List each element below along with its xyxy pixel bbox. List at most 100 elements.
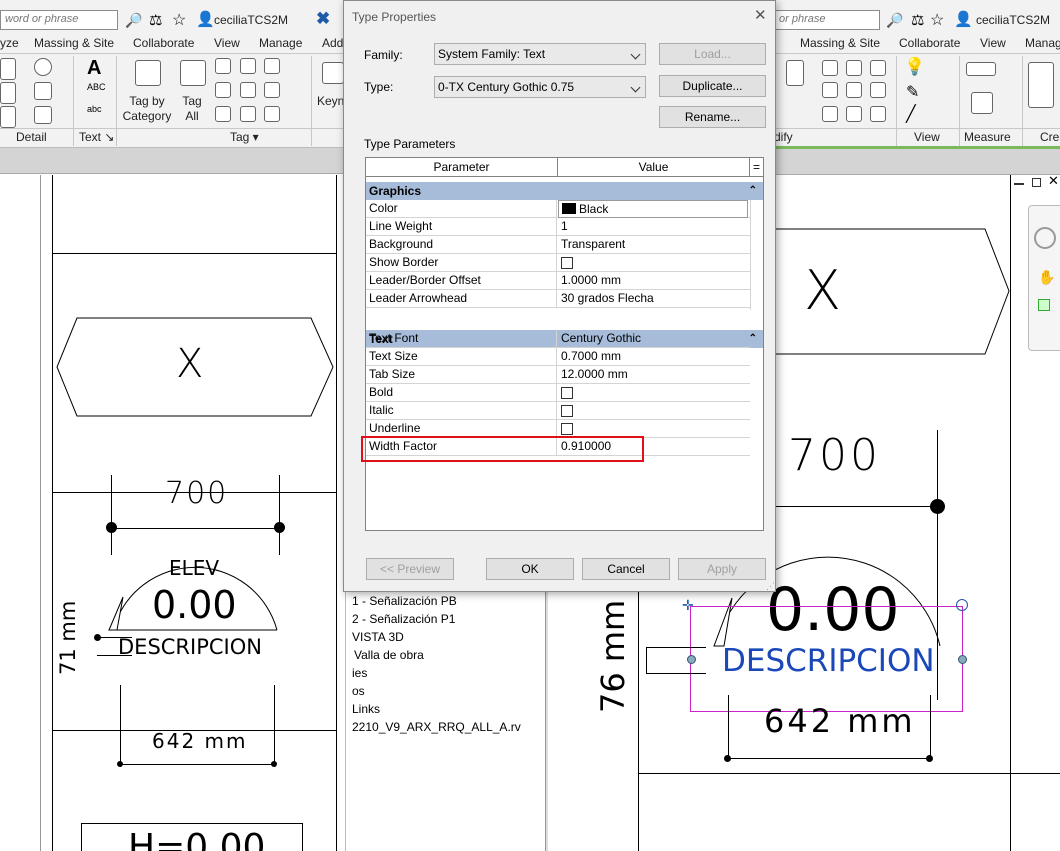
tab-manage[interactable]: Manag <box>1025 36 1060 50</box>
pin-icon[interactable] <box>822 106 838 122</box>
user-icon[interactable]: 👤 <box>954 10 973 28</box>
cancel-button[interactable]: Cancel <box>582 558 670 580</box>
param-row-leader-border-offset[interactable]: Leader/Border Offset 1.0000 mm <box>366 272 750 290</box>
scale-icon[interactable] <box>870 82 886 98</box>
multi-category-icon[interactable] <box>240 58 256 74</box>
parameters-table[interactable]: Parameter Value = Graphics ⌃ Color Black… <box>365 157 764 531</box>
column-header-parameter[interactable]: Parameter <box>366 158 558 177</box>
preview-button[interactable]: << Preview <box>366 558 454 580</box>
delete-icon[interactable] <box>870 106 886 122</box>
param-row-line-weight[interactable]: Line Weight 1 <box>366 218 750 236</box>
apply-button[interactable]: Apply <box>678 558 766 580</box>
tab-add-ins[interactable]: Add <box>322 36 343 50</box>
tab-collaborate[interactable]: Collaborate <box>133 36 194 50</box>
copy-icon[interactable] <box>846 60 862 76</box>
panel-measure[interactable]: Measure <box>964 130 1011 144</box>
tab-manage[interactable]: Manage <box>259 36 302 50</box>
binoculars-icon[interactable]: 🔎 <box>886 12 903 29</box>
browser-item[interactable]: Valla de obra <box>354 648 424 662</box>
detail-tool-icon[interactable] <box>0 58 16 80</box>
rotate-handle-icon[interactable] <box>956 599 968 611</box>
show-border-checkbox[interactable] <box>561 257 573 269</box>
tag-by-category-icon[interactable] <box>135 60 161 86</box>
linework-icon[interactable]: ╱ <box>906 104 916 124</box>
view-reference-icon[interactable] <box>215 106 231 122</box>
zoom-region-icon[interactable] <box>1038 299 1050 311</box>
restore-view-icon[interactable] <box>1032 178 1041 187</box>
room-tag-icon[interactable] <box>240 82 256 98</box>
collapse-icon[interactable]: ⌃ <box>749 182 757 200</box>
duplicate-button[interactable]: Duplicate... <box>659 75 766 97</box>
browser-item[interactable]: 1 - Señalización PB <box>352 594 457 608</box>
find-replace-icon[interactable]: abc <box>87 104 102 114</box>
close-view-icon[interactable]: ✕ <box>1048 173 1059 189</box>
column-header-value[interactable]: Value <box>558 158 750 177</box>
modify-tool-icon[interactable] <box>786 60 804 86</box>
panel-tag[interactable]: Tag ▾ <box>230 130 259 144</box>
table-vertical-scrollbar[interactable] <box>750 200 763 310</box>
paint-icon[interactable]: ✎ <box>906 82 919 102</box>
unpin-icon[interactable] <box>846 106 862 122</box>
tag-by-category-button[interactable]: Tag by Category <box>118 94 176 124</box>
search-input[interactable]: word or phrase <box>0 10 118 30</box>
param-row-text-size[interactable]: Text Size 0.7000 mm <box>366 348 750 366</box>
rotate-icon[interactable] <box>870 60 886 76</box>
tab-massing-site[interactable]: Massing & Site <box>34 36 114 50</box>
param-row-show-border[interactable]: Show Border <box>366 254 750 272</box>
user-icon[interactable]: 👤 <box>196 10 215 28</box>
param-value[interactable]: Black <box>558 200 748 218</box>
steering-wheel-icon[interactable] <box>1034 227 1056 249</box>
tread-number-icon[interactable] <box>240 106 256 122</box>
rename-button[interactable]: Rename... <box>659 106 766 128</box>
tab-view[interactable]: View <box>214 36 240 50</box>
underline-checkbox[interactable] <box>561 423 573 435</box>
text-tool-icon[interactable]: A <box>87 57 101 80</box>
mirror-icon[interactable] <box>846 82 862 98</box>
panel-text[interactable]: Text ↘ <box>79 130 114 144</box>
tag-all-icon[interactable] <box>180 60 206 86</box>
param-value[interactable]: 1 <box>558 218 748 236</box>
panel-view[interactable]: View <box>914 130 940 144</box>
minimize-view-icon[interactable] <box>1014 183 1024 185</box>
browser-item[interactable]: ies <box>352 666 367 680</box>
area-tag-icon[interactable] <box>215 82 231 98</box>
keynote-icon[interactable] <box>322 62 344 84</box>
measure-icon[interactable] <box>971 92 993 114</box>
param-value[interactable]: Century Gothic <box>558 330 748 348</box>
user-name[interactable]: ceciliaTCS2M <box>214 13 288 27</box>
region-icon[interactable] <box>34 106 52 124</box>
browser-item[interactable]: VISTA 3D <box>352 630 404 644</box>
move-icon[interactable] <box>822 60 838 76</box>
beam-annotation-icon[interactable] <box>215 58 231 74</box>
browser-item[interactable]: 2210_V9_ARX_RRQ_ALL_A.rv <box>352 720 521 734</box>
tag-all-button[interactable]: Tag All <box>176 94 208 124</box>
browser-item[interactable]: Links <box>352 702 380 716</box>
favorites-star-icon[interactable]: ☆ <box>930 10 944 30</box>
browser-item[interactable]: os <box>352 684 365 698</box>
close-icon[interactable]: ✕ <box>754 6 767 24</box>
param-row-leader-arrowhead[interactable]: Leader Arrowhead 30 grados Flecha <box>366 290 750 308</box>
move-handle-icon[interactable]: ✛ <box>682 597 694 614</box>
space-tag-icon[interactable] <box>264 82 280 98</box>
param-value[interactable]: 30 grados Flecha <box>558 290 748 308</box>
load-button[interactable]: Load... <box>659 43 766 65</box>
italic-checkbox[interactable] <box>561 405 573 417</box>
param-value[interactable]: 12.0000 mm <box>558 366 748 384</box>
tab-massing-site[interactable]: Massing & Site <box>800 36 880 50</box>
param-row-tab-size[interactable]: Tab Size 12.0000 mm <box>366 366 750 384</box>
param-row-color[interactable]: Color Black <box>366 200 750 218</box>
param-row-bold[interactable]: Bold <box>366 384 750 402</box>
grip-left-icon[interactable] <box>687 655 696 664</box>
multi-rebar-icon[interactable] <box>264 106 280 122</box>
type-select[interactable]: 0-TX Century Gothic 0.75 <box>434 76 646 98</box>
insulation-icon[interactable] <box>34 82 52 100</box>
tab-analyze[interactable]: yze <box>0 36 19 50</box>
material-tag-icon[interactable] <box>264 58 280 74</box>
component-icon[interactable] <box>0 106 16 128</box>
group-header-graphics[interactable]: Graphics ⌃ <box>366 182 763 200</box>
favorites-star-icon[interactable]: ☆ <box>172 10 186 30</box>
panel-modify[interactable]: dify <box>774 130 793 144</box>
browser-item[interactable]: 2 - Señalización P1 <box>352 612 455 626</box>
bold-checkbox[interactable] <box>561 387 573 399</box>
param-value[interactable]: 0.7000 mm <box>558 348 748 366</box>
